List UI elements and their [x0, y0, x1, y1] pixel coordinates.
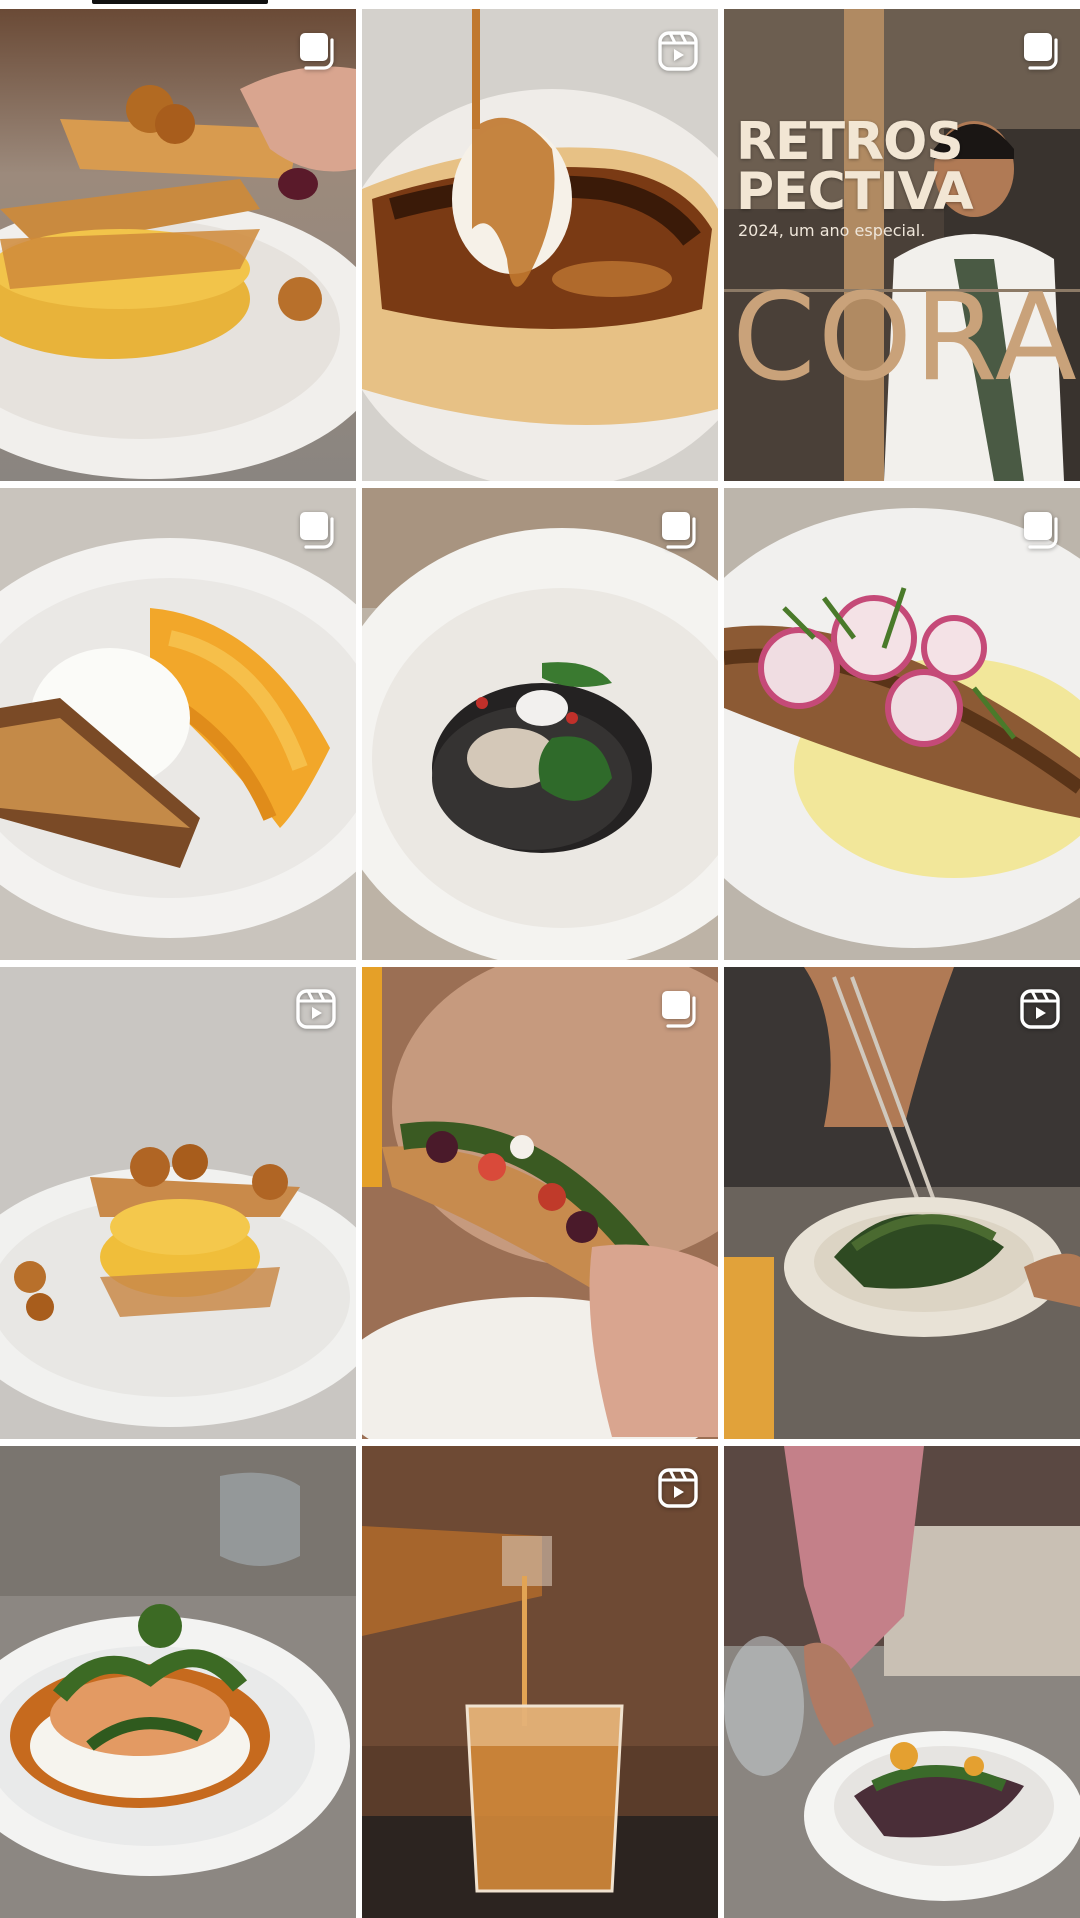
carousel-icon	[1018, 508, 1062, 552]
post-tile[interactable]	[362, 1446, 718, 1918]
post-photo	[724, 1446, 1080, 1918]
carousel-icon	[656, 987, 700, 1031]
post-tile[interactable]	[362, 488, 718, 960]
post-tile[interactable]	[362, 9, 718, 481]
carousel-icon	[1018, 29, 1062, 73]
profile-tab-bar	[0, 0, 1080, 8]
post-tile[interactable]	[724, 488, 1080, 960]
reel-icon	[294, 987, 338, 1031]
post-photo	[362, 1446, 718, 1918]
cover-brand-logo: CORA	[732, 269, 1079, 408]
post-tile[interactable]	[724, 967, 1080, 1439]
post-tile[interactable]	[0, 9, 356, 481]
post-photo	[362, 9, 718, 481]
post-tile[interactable]	[0, 967, 356, 1439]
post-tile[interactable]	[362, 967, 718, 1439]
post-photo	[362, 488, 718, 960]
cover-subtitle: 2024, um ano especial.	[738, 221, 926, 240]
reel-icon	[656, 29, 700, 73]
active-tab-indicator	[92, 0, 268, 4]
post-tile[interactable]: RETROS PECTIVA 2024, um ano especial. CO…	[724, 9, 1080, 481]
carousel-icon	[294, 508, 338, 552]
post-photo	[0, 1446, 356, 1918]
post-photo	[724, 967, 1080, 1439]
posts-grid: RETROS PECTIVA 2024, um ano especial. CO…	[0, 9, 1080, 1918]
reel-icon	[1018, 987, 1062, 1031]
reel-icon	[656, 1466, 700, 1510]
post-photo	[724, 9, 1080, 481]
post-tile[interactable]	[0, 488, 356, 960]
carousel-icon	[294, 29, 338, 73]
post-photo	[0, 488, 356, 960]
post-photo	[0, 967, 356, 1439]
post-photo	[724, 488, 1080, 960]
post-photo	[0, 9, 356, 481]
post-tile[interactable]	[0, 1446, 356, 1918]
cover-title: RETROS PECTIVA	[736, 112, 974, 222]
carousel-icon	[656, 508, 700, 552]
post-photo	[362, 967, 718, 1439]
post-tile[interactable]	[724, 1446, 1080, 1918]
